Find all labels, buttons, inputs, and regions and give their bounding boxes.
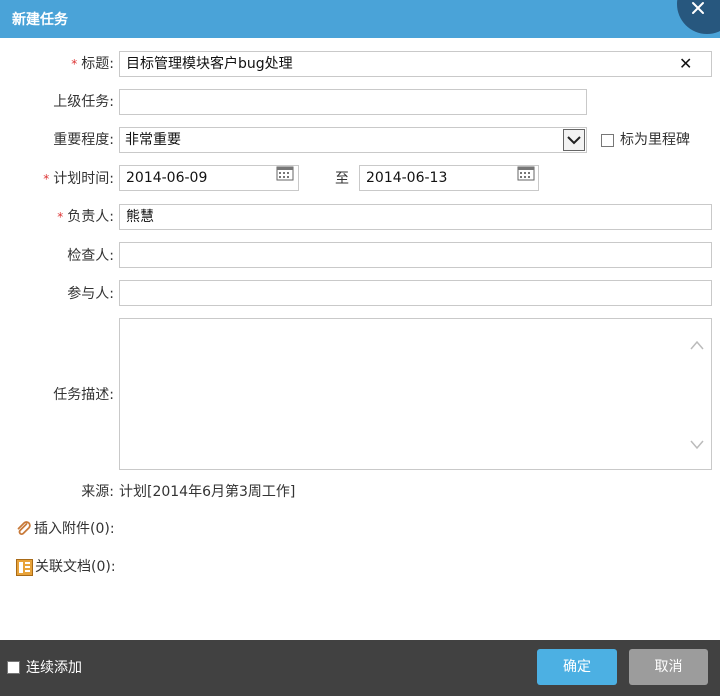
dialog-footer: 连续添加 确定 取消 <box>0 640 720 696</box>
continuous-add-label: 连续添加 <box>26 660 82 676</box>
end-date-value: 2014-06-13 <box>366 170 448 186</box>
document-icon <box>16 558 33 576</box>
end-date-input[interactable]: 2014-06-13 <box>359 165 539 191</box>
checker-label: 检查人: <box>67 248 114 264</box>
owner-value: 熊慧 <box>126 209 154 225</box>
title-value: 目标管理模块客户bug处理 <box>126 56 293 72</box>
parent-task-label: 上级任务: <box>53 94 114 110</box>
priority-label: 重要程度: <box>53 132 114 148</box>
chevron-up-icon[interactable] <box>689 339 705 351</box>
milestone-checkbox[interactable] <box>601 134 614 147</box>
plan-time-label: * 计划时间: <box>43 171 114 187</box>
parent-task-input[interactable] <box>119 89 587 115</box>
priority-dropdown-button[interactable] <box>563 129 585 151</box>
owner-label: * 负责人: <box>57 209 114 225</box>
chevron-down-icon[interactable] <box>689 439 705 451</box>
calendar-icon[interactable] <box>276 165 294 181</box>
insert-attachment-link[interactable]: 插入附件(0): <box>16 520 115 538</box>
clear-title-button[interactable]: ✕ <box>679 56 692 72</box>
chevron-down-icon <box>567 136 581 145</box>
milestone-label: 标为里程碑 <box>620 132 690 148</box>
related-documents-label: 关联文档(0): <box>35 559 116 575</box>
continuous-add-checkbox[interactable] <box>7 661 20 674</box>
description-label: 任务描述: <box>53 387 114 403</box>
to-label: 至 <box>335 171 349 187</box>
source-label: 来源: <box>81 484 114 500</box>
checker-input[interactable] <box>119 242 712 268</box>
start-date-value: 2014-06-09 <box>126 170 208 186</box>
close-icon <box>692 2 704 14</box>
source-value: 计划[2014年6月第3周工作] <box>119 484 296 500</box>
paperclip-icon <box>17 521 31 535</box>
participants-input[interactable] <box>119 280 712 306</box>
owner-input[interactable]: 熊慧 <box>119 204 712 230</box>
priority-value: 非常重要 <box>125 132 181 148</box>
calendar-icon[interactable] <box>517 165 535 181</box>
participants-label: 参与人: <box>67 286 114 302</box>
dialog-titlebar: 新建任务 <box>0 0 720 38</box>
related-documents-link[interactable]: 关联文档(0): <box>16 558 116 576</box>
priority-select[interactable]: 非常重要 <box>119 127 587 153</box>
close-button[interactable] <box>677 0 720 34</box>
confirm-button[interactable]: 确定 <box>537 649 617 685</box>
required-mark: * <box>71 57 78 71</box>
start-date-input[interactable]: 2014-06-09 <box>119 165 299 191</box>
title-label: * 标题: <box>71 56 114 72</box>
insert-attachment-label: 插入附件(0): <box>34 521 115 537</box>
description-textarea[interactable] <box>119 318 712 470</box>
cancel-button[interactable]: 取消 <box>629 649 708 685</box>
dialog-title: 新建任务 <box>12 12 68 28</box>
title-input[interactable]: 目标管理模块客户bug处理 <box>119 51 712 77</box>
